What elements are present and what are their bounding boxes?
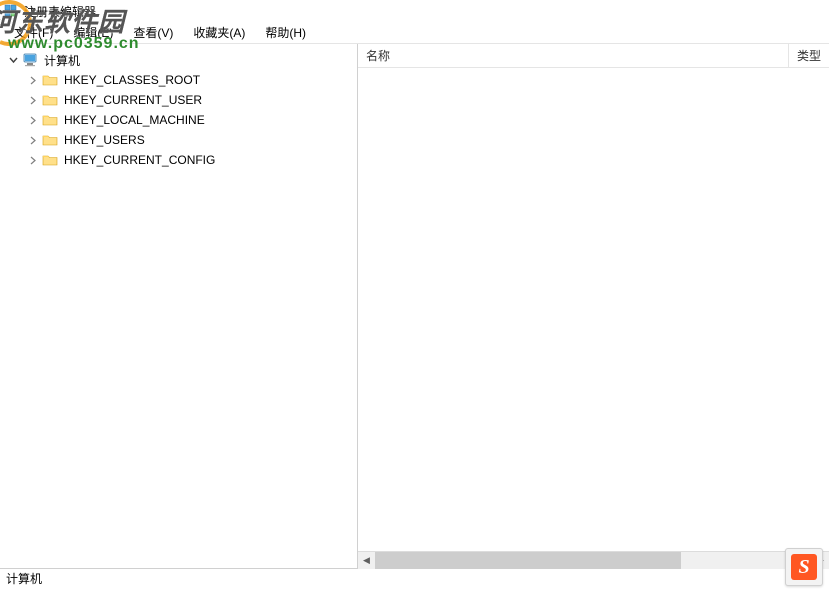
content-area: 计算机 HKEY_CLASSES_ROOT HKEY_CURRENT_USER: [0, 44, 829, 568]
folder-icon: [42, 113, 58, 127]
sogou-icon: S: [791, 554, 817, 580]
scroll-track[interactable]: [375, 552, 812, 569]
column-header-name[interactable]: 名称: [358, 44, 789, 67]
chevron-right-icon[interactable]: [26, 153, 40, 167]
chevron-down-icon[interactable]: [6, 53, 20, 67]
folder-icon: [42, 73, 58, 87]
list-body[interactable]: [358, 68, 829, 551]
titlebar: 注册表编辑器: [0, 0, 829, 22]
tree-item-label: HKEY_USERS: [60, 133, 145, 147]
tree-root-computer[interactable]: 计算机: [0, 50, 357, 70]
tree-item-label: HKEY_CURRENT_CONFIG: [60, 153, 215, 167]
ime-badge[interactable]: S: [785, 548, 823, 586]
scroll-left-button[interactable]: ◀: [358, 552, 375, 569]
tree-item-label: HKEY_LOCAL_MACHINE: [60, 113, 205, 127]
chevron-right-icon[interactable]: [26, 93, 40, 107]
menubar: 文件(F) 编辑(E) 查看(V) 收藏夹(A) 帮助(H): [0, 22, 829, 44]
menu-favorites[interactable]: 收藏夹(A): [183, 22, 255, 43]
computer-icon: [22, 53, 38, 67]
tree-pane[interactable]: 计算机 HKEY_CLASSES_ROOT HKEY_CURRENT_USER: [0, 44, 358, 568]
horizontal-scrollbar[interactable]: ◀ ▶: [358, 551, 829, 568]
chevron-right-icon[interactable]: [26, 113, 40, 127]
tree-item-hkcr[interactable]: HKEY_CLASSES_ROOT: [0, 70, 357, 90]
tree-item-label: HKEY_CLASSES_ROOT: [60, 73, 200, 87]
tree-item-hklm[interactable]: HKEY_LOCAL_MACHINE: [0, 110, 357, 130]
list-pane: 名称 类型 ◀ ▶: [358, 44, 829, 568]
statusbar-path: 计算机: [6, 570, 42, 587]
tree-item-hkcc[interactable]: HKEY_CURRENT_CONFIG: [0, 150, 357, 170]
menu-file[interactable]: 文件(F): [4, 22, 63, 43]
tree-item-hkcu[interactable]: HKEY_CURRENT_USER: [0, 90, 357, 110]
menu-help[interactable]: 帮助(H): [255, 22, 316, 43]
tree-item-label: HKEY_CURRENT_USER: [60, 93, 202, 107]
menu-view[interactable]: 查看(V): [123, 22, 183, 43]
chevron-right-icon[interactable]: [26, 73, 40, 87]
scroll-thumb[interactable]: [375, 552, 681, 569]
list-header: 名称 类型: [358, 44, 829, 68]
menu-edit[interactable]: 编辑(E): [63, 22, 123, 43]
regedit-icon: [4, 3, 20, 19]
tree-root-label: 计算机: [40, 52, 80, 69]
chevron-right-icon[interactable]: [26, 133, 40, 147]
folder-icon: [42, 93, 58, 107]
folder-icon: [42, 133, 58, 147]
folder-icon: [42, 153, 58, 167]
window-title: 注册表编辑器: [24, 3, 96, 20]
statusbar: 计算机: [0, 568, 829, 588]
tree-item-hku[interactable]: HKEY_USERS: [0, 130, 357, 150]
column-header-type[interactable]: 类型: [789, 44, 829, 67]
